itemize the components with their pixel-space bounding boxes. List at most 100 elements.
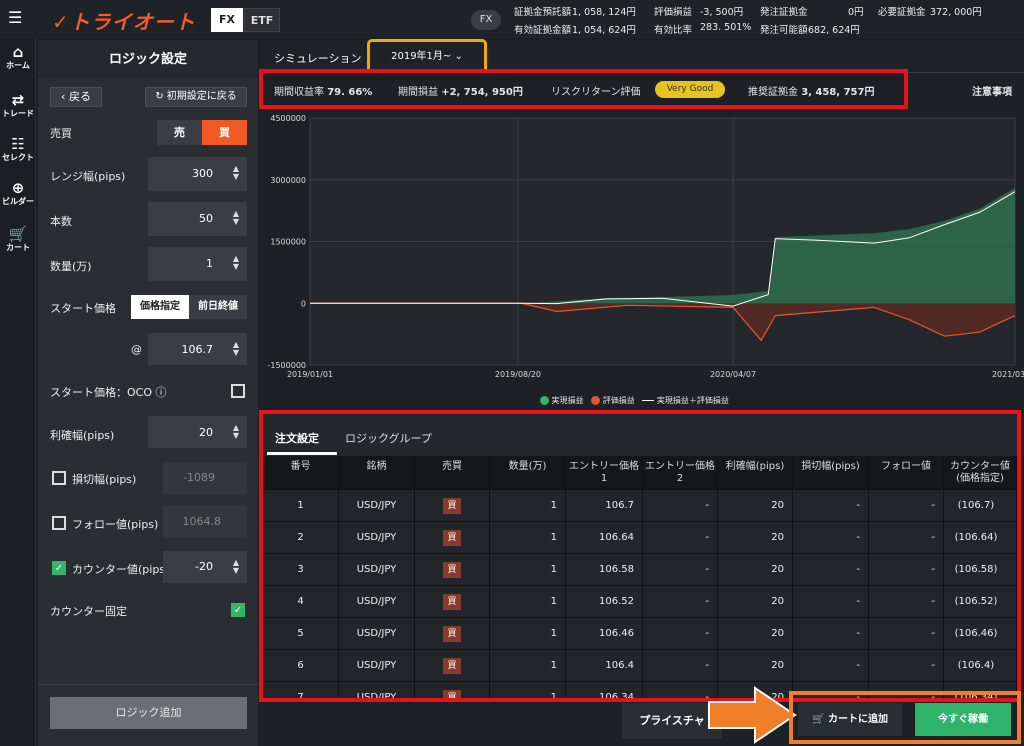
follow-checkbox[interactable] xyxy=(52,516,66,530)
at-label: @ xyxy=(131,343,142,356)
cart-icon: 🛒 xyxy=(8,225,28,243)
chevron-left-icon: ‹ xyxy=(61,90,69,103)
risk-label: リスクリターン評価 xyxy=(551,87,641,98)
table-cell: 1 xyxy=(490,522,566,554)
table-cell: 106.58 xyxy=(566,554,643,586)
effective-ratio-value: 283. 501% xyxy=(700,22,752,33)
tab-simulation[interactable]: シミュレーション xyxy=(274,50,362,66)
app-logo[interactable]: ✓トライオート xyxy=(52,6,196,35)
stepper-arrows-icon[interactable]: ▲ ▼ xyxy=(233,341,239,357)
table-cell: - xyxy=(643,650,718,682)
range-stepper[interactable]: 300 ▲ ▼ xyxy=(148,157,247,191)
buy-badge: 買 xyxy=(443,530,461,546)
x-tick-label: 2019/01/01 xyxy=(287,370,333,379)
count-stepper[interactable]: 50 ▲ ▼ xyxy=(148,202,247,236)
nav-trade[interactable]: ⇄ トレード xyxy=(0,92,36,119)
nav-select[interactable]: ☷ セレクト xyxy=(0,136,36,163)
margin-stat: 推奨証拠金 3, 458, 757円 xyxy=(748,83,874,98)
trade-icon: ⇄ xyxy=(11,91,25,109)
counter-stepper[interactable]: -20 ▲ ▼ xyxy=(163,551,247,583)
counter-checkbox[interactable]: ✓ xyxy=(52,561,66,575)
add-logic-button[interactable]: ロジック追加 xyxy=(50,697,247,729)
table-cell: 買 xyxy=(415,554,490,586)
stoploss-checkbox[interactable] xyxy=(52,471,66,485)
start-price-value: 106.7 xyxy=(181,343,214,356)
stepper-arrows-icon[interactable]: ▲ ▼ xyxy=(233,424,239,440)
required-margin-label: 必要証拠金 xyxy=(878,7,926,18)
effective-ratio-label: 有効比率 xyxy=(654,25,693,36)
follow-field[interactable]: 1064.8 xyxy=(163,506,247,538)
tab-fx[interactable]: FX xyxy=(211,8,243,32)
table-cell: 1 xyxy=(490,682,566,698)
table-header-cell: 銘柄 xyxy=(339,456,415,490)
stepper-arrows-icon[interactable]: ▲ ▼ xyxy=(233,559,239,575)
market-pill[interactable]: FX xyxy=(471,10,501,30)
eval-pl-label: 評価損益 xyxy=(654,7,693,18)
sell-button[interactable]: 売 xyxy=(157,120,202,145)
start-opt-price[interactable]: 価格指定 xyxy=(131,295,189,319)
nav-home[interactable]: ⌂ ホーム xyxy=(0,44,36,71)
y-tick-label: 4500000 xyxy=(270,114,306,123)
tab-logic-group[interactable]: ロジックグループ xyxy=(345,430,432,446)
eval-pl-value: -3, 500円 xyxy=(700,7,744,18)
table-cell: USD/JPY xyxy=(339,618,415,650)
buy-button[interactable]: 買 xyxy=(202,120,247,145)
nav-cart[interactable]: 🛒 カート xyxy=(0,226,36,253)
add-to-cart-button[interactable]: 🛒 カートに追加 xyxy=(798,703,902,736)
reset-icon: ↻ xyxy=(155,91,167,102)
panel-title: ロジック設定 xyxy=(38,40,258,78)
table-header-cell: 売買 xyxy=(415,456,490,490)
table-cell: 1 xyxy=(490,618,566,650)
table-cell: 20 xyxy=(718,522,793,554)
chevron-down-icon: ⌄ xyxy=(454,51,463,62)
cart-icon: 🛒 xyxy=(812,714,825,725)
stoploss-field[interactable]: -1089 xyxy=(163,462,247,494)
legend-realized: 実現損益 xyxy=(540,396,584,405)
table-cell: 買 xyxy=(415,682,490,698)
pl-label: 期間損益 xyxy=(398,87,438,98)
oco-checkbox[interactable] xyxy=(231,384,245,398)
table-cell: - xyxy=(869,522,944,554)
order-table: 番号 銘柄 売買 数量(万) エントリー価格1 エントリー価格2 利確幅(pips) 損切幅(… xyxy=(263,456,1017,698)
takeprofit-stepper[interactable]: 20 ▲ ▼ xyxy=(148,416,247,448)
stepper-arrows-icon[interactable]: ▲ ▼ xyxy=(233,210,239,226)
order-margin-value: 0円 xyxy=(848,7,864,18)
nav-builder[interactable]: ⊕ ビルダー xyxy=(0,180,36,207)
reset-button[interactable]: ↻ 初期設定に戻る xyxy=(145,87,247,107)
start-price-stepper[interactable]: 106.7 ▲ ▼ xyxy=(148,333,247,365)
required-margin-value: 372, 000円 xyxy=(930,7,982,18)
table-cell: 106.4 xyxy=(566,650,643,682)
buy-badge: 買 xyxy=(443,498,461,514)
stepper-arrows-icon[interactable]: ▲ ▼ xyxy=(233,165,239,181)
table-cell: 106.34 xyxy=(566,682,643,698)
buy-badge: 買 xyxy=(443,658,461,674)
select-icon: ☷ xyxy=(11,135,25,153)
return-label: 期間収益率 xyxy=(274,87,324,98)
start-opt-prevclose[interactable]: 前日終値 xyxy=(189,295,247,319)
tab-order-settings[interactable]: 注文設定 xyxy=(275,430,319,446)
tab-etf[interactable]: ETF xyxy=(244,8,280,32)
nav-trade-label: トレード xyxy=(2,109,34,118)
table-header-cell: フォロー値 xyxy=(869,456,944,490)
qty-stepper[interactable]: 1 ▲ ▼ xyxy=(148,247,247,281)
oco-text: スタート価格：OCO xyxy=(50,386,152,399)
table-cell: USD/JPY xyxy=(339,682,415,698)
menu-icon[interactable]: ☰ xyxy=(8,8,30,28)
table-cell: 20 xyxy=(718,618,793,650)
x-tick-label: 2021/03/12 xyxy=(992,370,1024,379)
stepper-arrows-icon[interactable]: ▲ ▼ xyxy=(233,255,239,271)
table-cell: USD/JPY xyxy=(339,586,415,618)
table-cell: 106.46 xyxy=(566,618,643,650)
arrow-pointer-icon xyxy=(708,686,797,744)
info-icon[interactable]: ⓘ xyxy=(156,386,167,399)
run-now-button[interactable]: 今すぐ稼働 xyxy=(915,703,1011,736)
qty-value: 1 xyxy=(206,257,213,270)
back-button[interactable]: ‹ 戻る xyxy=(50,87,102,107)
table-cell: 買 xyxy=(415,618,490,650)
counter-fixed-checkbox[interactable]: ✓ xyxy=(231,603,245,617)
follow-label: フォロー値(pips) xyxy=(72,518,159,531)
pl-stat: 期間損益 +2, 754, 950円 xyxy=(398,83,523,98)
notice-link[interactable]: 注意事項 xyxy=(972,83,1012,98)
table-cell: - xyxy=(869,618,944,650)
table-cell: - xyxy=(793,586,869,618)
